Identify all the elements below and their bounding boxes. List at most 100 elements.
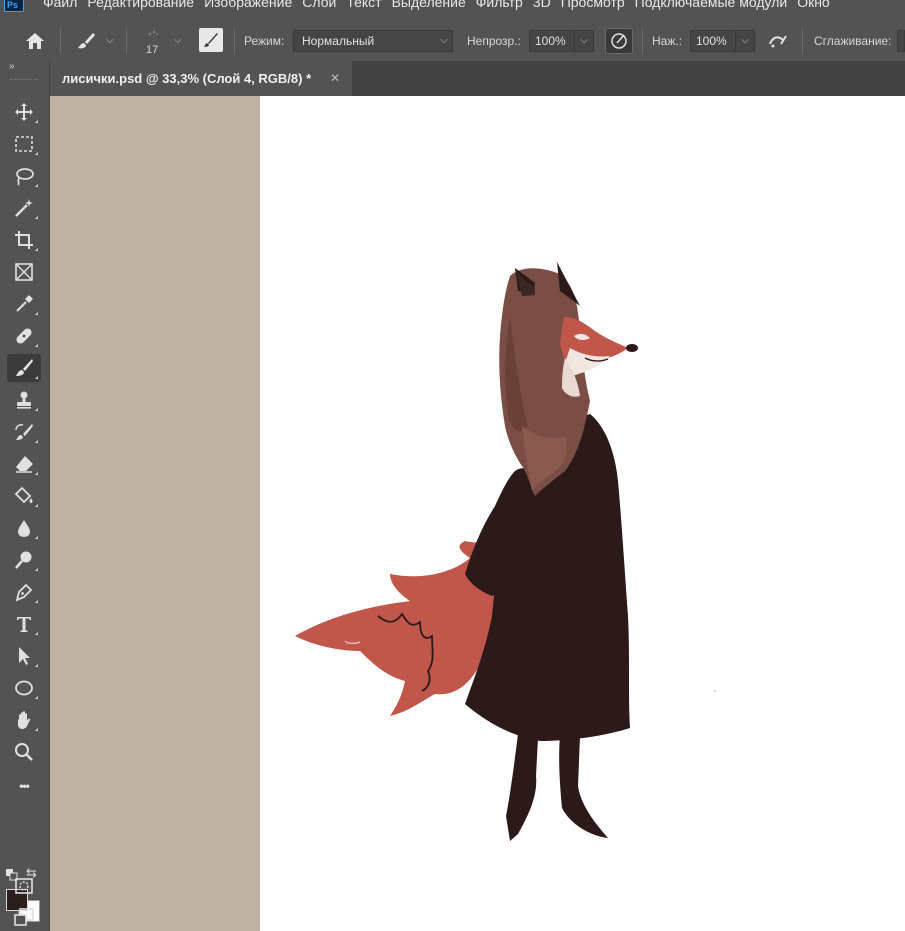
- panel-grip[interactable]: [10, 79, 38, 81]
- pen-icon: [15, 583, 33, 602]
- eyedropper-icon: [16, 295, 33, 312]
- separator: [802, 28, 803, 54]
- document-tab-title: лисички.psd @ 33,3% (Слой 4, RGB/8) *: [62, 71, 312, 86]
- type-tool[interactable]: [7, 610, 41, 638]
- menu-plugins[interactable]: Подключаемые модули: [632, 0, 795, 10]
- document-tab[interactable]: лисички.psd @ 33,3% (Слой 4, RGB/8) * ✕: [50, 61, 352, 96]
- close-icon[interactable]: ✕: [330, 61, 340, 96]
- eyedropper-tool[interactable]: [7, 290, 41, 318]
- chevron-down-icon[interactable]: ⌵: [106, 35, 114, 46]
- more-tools-icon[interactable]: •••: [7, 772, 41, 800]
- crop-tool[interactable]: [7, 226, 41, 254]
- brush-settings-icon[interactable]: [199, 28, 223, 52]
- quick-mask-button[interactable]: [7, 872, 41, 900]
- healing-brush-tool[interactable]: [7, 322, 41, 350]
- brush-tool[interactable]: [7, 354, 41, 382]
- frame-icon: [15, 263, 33, 281]
- separator: [642, 28, 643, 54]
- path-selection-tool[interactable]: [7, 642, 41, 670]
- droplet-icon: [18, 520, 30, 537]
- opacity-label: Непрозр.:: [467, 34, 521, 48]
- move-tool[interactable]: [7, 98, 41, 126]
- dodge-icon: [15, 551, 32, 569]
- brush-preset-icon[interactable]: [72, 29, 100, 53]
- smoothing-label: Сглаживание:: [814, 34, 892, 48]
- menu-items: Файл Редактирование Изображение Слои Тек…: [40, 0, 837, 10]
- brush-size-value: 17: [146, 44, 159, 56]
- separator: [126, 28, 127, 54]
- blend-mode-select[interactable]: Нормальный ⌵: [293, 30, 453, 52]
- menu-select[interactable]: Выделение: [389, 0, 473, 10]
- paint-bucket-tool[interactable]: [7, 482, 41, 510]
- stamp-icon: [17, 391, 31, 409]
- menu-filter[interactable]: Фильтр: [473, 0, 530, 10]
- quick-mask-icon: [15, 878, 33, 894]
- screen-mode-icon: [14, 908, 34, 926]
- options-bar: ⌵ 17 ⌵ Режим: Нормальный ⌵ Непрозр.: 100…: [0, 12, 905, 68]
- brush-icon: [16, 359, 33, 376]
- menu-3d[interactable]: 3D: [530, 0, 558, 10]
- crop-icon: [15, 231, 33, 249]
- marquee-tool[interactable]: [7, 130, 41, 158]
- menu-bar: Ps Файл Редактирование Изображение Слои …: [0, 0, 905, 12]
- zoom-icon: [15, 743, 33, 761]
- hand-icon: [18, 711, 31, 729]
- move-icon: [15, 103, 33, 121]
- separator: [60, 28, 61, 54]
- chevron-down-icon: ⌵: [440, 35, 448, 46]
- chevron-down-icon: ⌵: [741, 35, 749, 46]
- bandage-icon: [16, 328, 32, 344]
- mode-label: Режим:: [244, 34, 285, 48]
- zoom-tool[interactable]: [7, 738, 41, 766]
- tools-panel: » ••• ⇆: [0, 61, 50, 931]
- ellipse-icon: [15, 680, 33, 696]
- dodge-tool[interactable]: [7, 546, 41, 574]
- type-icon: [17, 617, 31, 632]
- menu-edit[interactable]: Редактирование: [84, 0, 201, 10]
- screen-mode-button[interactable]: [7, 903, 41, 931]
- clone-stamp-tool[interactable]: [7, 386, 41, 414]
- pen-tool[interactable]: [7, 578, 41, 606]
- airbrush-icon[interactable]: [764, 29, 792, 53]
- home-icon[interactable]: [22, 29, 48, 53]
- opacity-dropdown[interactable]: ⌵: [574, 30, 594, 52]
- flow-input[interactable]: 100%: [690, 30, 736, 52]
- menu-window[interactable]: Окно: [794, 0, 837, 10]
- pasteboard[interactable]: [50, 96, 260, 931]
- chevron-down-icon[interactable]: ⌵: [174, 35, 182, 46]
- magic-wand-tool[interactable]: [7, 194, 41, 222]
- magic-wand-icon: [15, 199, 33, 217]
- menu-file[interactable]: Файл: [40, 0, 84, 10]
- document-tab-bar: лисички.psd @ 33,3% (Слой 4, RGB/8) * ✕: [50, 61, 905, 96]
- opacity-value: 100%: [535, 34, 566, 48]
- eraser-icon: [16, 456, 33, 473]
- frame-tool[interactable]: [7, 258, 41, 286]
- collapse-panel-icon[interactable]: »: [9, 61, 15, 72]
- eraser-tool[interactable]: [7, 450, 41, 478]
- history-brush-icon: [15, 424, 33, 440]
- fox-character-artwork: [295, 262, 716, 841]
- blur-tool[interactable]: [7, 514, 41, 542]
- ellipse-tool[interactable]: [7, 674, 41, 702]
- photoshop-logo[interactable]: Ps: [4, 0, 24, 12]
- flow-dropdown[interactable]: ⌵: [735, 30, 755, 52]
- hand-tool[interactable]: [7, 706, 41, 734]
- flow-label: Наж.:: [652, 34, 683, 48]
- pressure-opacity-icon[interactable]: [605, 28, 633, 54]
- menu-image[interactable]: Изображение: [201, 0, 299, 10]
- menu-layers[interactable]: Слои: [299, 0, 343, 10]
- arrow-select-icon: [19, 647, 30, 665]
- rectangle-marquee-icon: [15, 136, 33, 152]
- document-canvas[interactable]: [260, 96, 905, 931]
- smoothing-input[interactable]: [897, 30, 905, 52]
- blend-mode-value: Нормальный: [302, 34, 375, 48]
- chevron-down-icon: ⌵: [580, 35, 588, 46]
- brush-tip-icon[interactable]: [142, 26, 164, 40]
- menu-type[interactable]: Текст: [343, 0, 388, 10]
- flow-value: 100%: [696, 34, 727, 48]
- menu-view[interactable]: Просмотр: [558, 0, 632, 10]
- history-brush-tool[interactable]: [7, 418, 41, 446]
- opacity-input[interactable]: 100%: [529, 30, 575, 52]
- lasso-tool[interactable]: [7, 162, 41, 190]
- lasso-icon: [16, 168, 34, 186]
